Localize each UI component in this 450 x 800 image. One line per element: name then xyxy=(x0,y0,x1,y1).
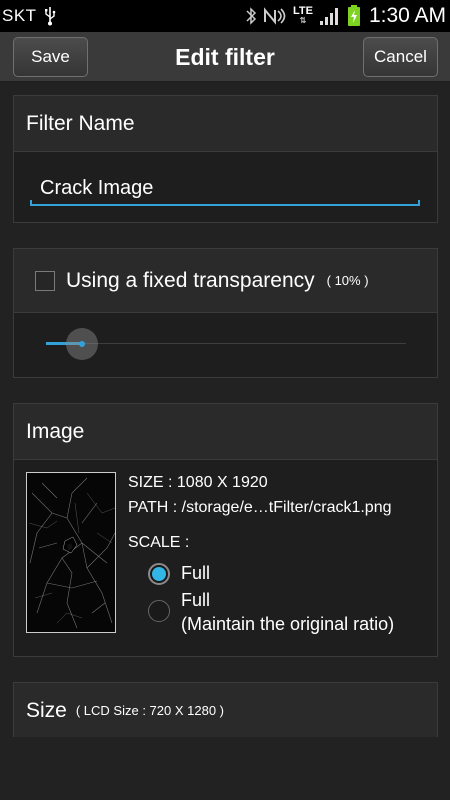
scale-full-ratio-line2: (Maintain the original ratio) xyxy=(181,614,395,634)
clock: 1:30 AM xyxy=(368,4,446,27)
title-bar: Save Edit filter Cancel xyxy=(0,32,450,82)
size-heading-row: Size ( LCD Size : 720 X 1280 ) xyxy=(14,683,437,737)
nfc-icon xyxy=(263,7,286,25)
transparency-checkbox-row[interactable]: Using a fixed transparency ( 10% ) xyxy=(14,249,437,313)
status-bar: SKT LTE ⇅ 1:30 AM xyxy=(0,0,450,32)
scale-full-radio[interactable] xyxy=(148,563,170,585)
crack-image-thumbnail[interactable] xyxy=(26,472,116,633)
scale-full-label: Full xyxy=(181,563,211,583)
bottom-area xyxy=(0,737,450,800)
scale-full-ratio-line1: Full xyxy=(181,590,211,610)
battery-charging-icon xyxy=(347,5,360,26)
signal-icon xyxy=(319,8,338,25)
filter-name-heading: Filter Name xyxy=(14,96,437,152)
scale-full-ratio-label: Full (Maintain the original ratio) xyxy=(181,588,394,636)
scale-label: SCALE : xyxy=(128,534,190,551)
scale-option-full[interactable]: Full xyxy=(148,561,394,585)
filter-name-input[interactable]: Crack Image xyxy=(30,172,420,206)
cancel-button[interactable]: Cancel xyxy=(363,37,438,77)
image-size-text: SIZE : 1080 X 1920 xyxy=(128,474,268,491)
image-path-text: PATH : /storage/e…tFilter/crack1.png xyxy=(128,499,392,516)
usb-icon xyxy=(44,7,55,26)
size-card: Size ( LCD Size : 720 X 1280 ) xyxy=(13,682,438,737)
slider-track[interactable] xyxy=(46,343,406,344)
image-card: Image SIZE: 1080 X 1920 PATH: /storage… xyxy=(13,403,438,657)
lte-indicator: LTE ⇅ xyxy=(292,5,313,26)
transparency-percent: ( 10% ) xyxy=(326,273,369,288)
transparency-slider[interactable] xyxy=(14,313,437,376)
size-heading: Size xyxy=(26,698,67,722)
image-heading: Image xyxy=(14,404,437,460)
scale-full-ratio-radio[interactable] xyxy=(148,600,170,622)
lcd-size-label: ( LCD Size : 720 X 1280 ) xyxy=(75,703,224,718)
scroll-content[interactable]: Filter Name Crack Image Using a fixed tr… xyxy=(0,82,450,737)
transparency-checkbox[interactable] xyxy=(35,270,55,291)
bluetooth-icon xyxy=(246,7,257,25)
transparency-card: Using a fixed transparency ( 10% ) xyxy=(13,248,438,378)
filter-name-card: Filter Name Crack Image xyxy=(13,95,438,223)
slider-thumb-dot xyxy=(79,341,85,347)
transparency-label: Using a fixed transparency xyxy=(66,268,315,292)
crack-image-preview xyxy=(27,473,115,632)
scale-option-full-ratio[interactable]: Full (Maintain the original ratio) xyxy=(148,588,394,636)
filter-name-value: Crack Image xyxy=(40,176,154,199)
carrier-label: SKT xyxy=(2,6,37,25)
